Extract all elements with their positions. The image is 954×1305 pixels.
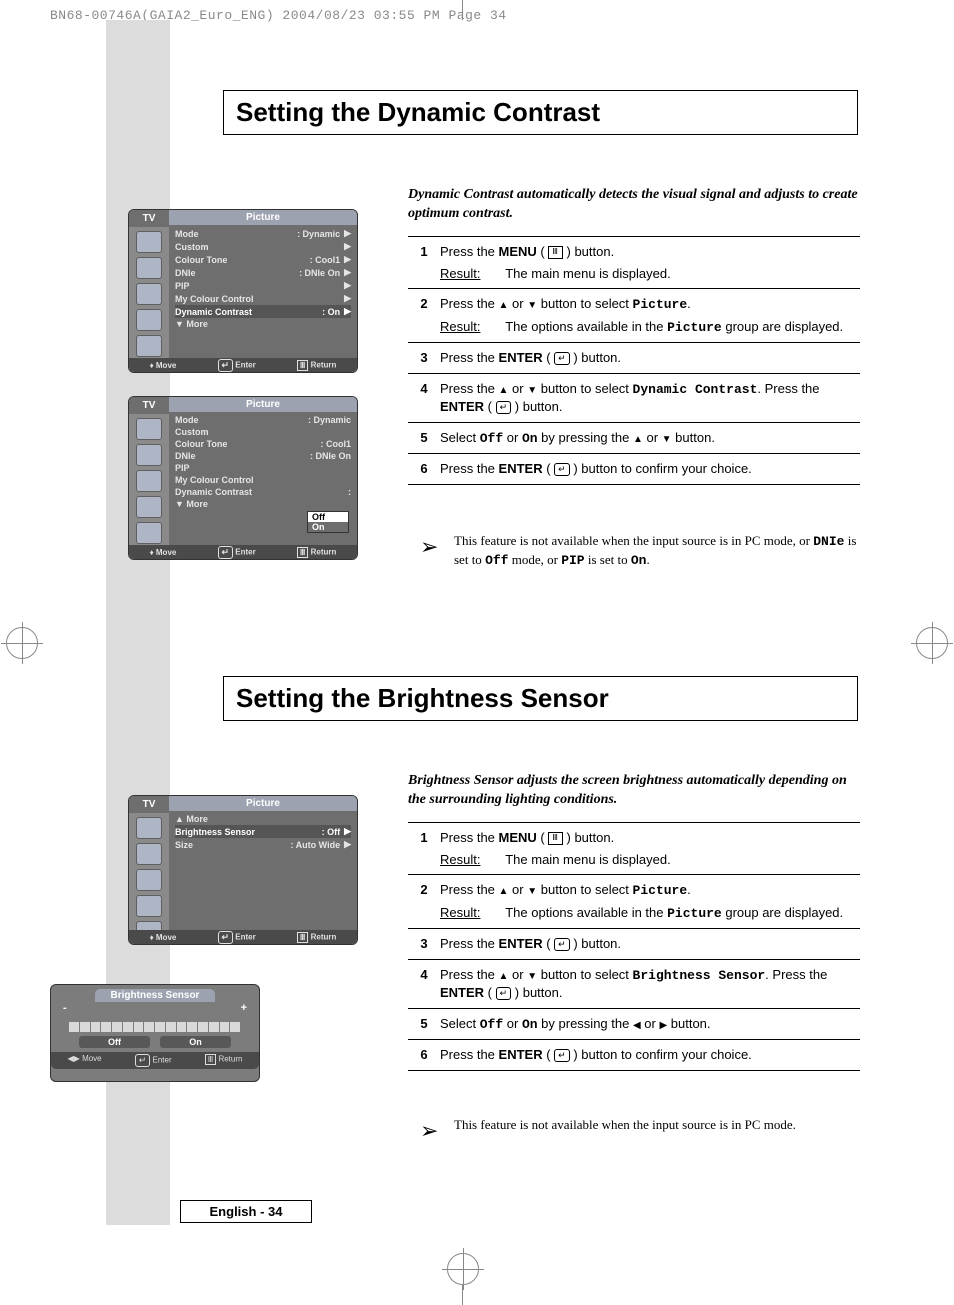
osd-footer-move: ◀▶ Move: [68, 1054, 102, 1067]
section-title: Setting the Brightness Sensor: [236, 683, 847, 714]
up-arrow-icon: [499, 381, 509, 396]
osd-menu-row: PIP: [175, 462, 351, 474]
osd-menu-row: ▼ More: [175, 498, 351, 510]
osd-menu-row: Size: Auto Wide ▶: [175, 838, 351, 851]
osd-menu-row: DNIe: DNIe On ▶: [175, 266, 351, 279]
menu-icon: Ⅲ: [548, 246, 563, 259]
step-row: 5 Select Off or On by pressing the or bu…: [408, 1008, 860, 1040]
step-row: 3 Press the ENTER ( ↵ ) button.: [408, 342, 860, 373]
osd-menu-row: ▲ More: [175, 813, 351, 825]
on-button: On: [160, 1036, 231, 1048]
osd-menu-row: Dynamic Contrast:: [175, 486, 351, 498]
step-row: 2 Press the or button to select Picture.…: [408, 874, 860, 928]
osd-option-off: Off: [308, 512, 348, 522]
down-arrow-icon: [527, 381, 537, 396]
right-arrow-icon: [659, 1016, 667, 1031]
osd-side-icon: [136, 257, 162, 279]
enter-icon: ↵: [554, 938, 570, 951]
osd-menu-row: Brightness Sensor: Off ▶: [175, 825, 351, 838]
registration-mark-icon: [6, 627, 38, 659]
down-arrow-icon: [527, 967, 537, 982]
note-arrow-icon: ➢: [420, 532, 454, 570]
off-button: Off: [79, 1036, 150, 1048]
osd-menu-row: ▼ More: [175, 318, 351, 330]
down-arrow-icon: [527, 296, 537, 311]
osd-menu-row: Colour Tone: Cool1 ▶: [175, 253, 351, 266]
osd-menu-row: Dynamic Contrast: On ▶: [175, 305, 351, 318]
section-intro: Brightness Sensor adjusts the screen bri…: [408, 772, 860, 810]
section-title: Setting the Dynamic Contrast: [236, 97, 847, 128]
note-block: ➢ This feature is not available when the…: [420, 532, 860, 570]
osd-menu-row: My Colour Control: [175, 474, 351, 486]
enter-icon: ↵: [554, 352, 570, 365]
osd-side-icon: [136, 309, 162, 331]
minus-label: -: [63, 1002, 67, 1014]
step-number: 1: [408, 243, 440, 282]
up-arrow-icon: [499, 296, 509, 311]
enter-icon: ↵: [554, 463, 570, 476]
osd-screenshot-picture-menu: TV Picture Mode: Dynamic ▶Custom ▶Colour…: [128, 209, 358, 373]
osd-side-icon: [136, 231, 162, 253]
plus-label: +: [241, 1002, 247, 1014]
result-label: Result:: [440, 265, 498, 283]
osd-menu-row: Custom ▶: [175, 240, 351, 253]
osd-menu-row: Mode: Dynamic: [175, 414, 351, 426]
step-row: 1 Press the MENU ( Ⅲ ) button. Result: T…: [408, 822, 860, 874]
osd-screenshot-brightness-sensor-menu: TV Picture ▲ MoreBrightness Sensor: Off …: [128, 795, 358, 945]
osd-tv-label: TV: [129, 210, 169, 227]
down-arrow-icon: [527, 882, 537, 897]
osd-dropdown-options: Off On: [307, 511, 349, 533]
osd-menu-row: PIP ▶: [175, 279, 351, 292]
osd-footer-move: ♦ Move: [150, 361, 177, 370]
osd-menu-row: Colour Tone: Cool1: [175, 438, 351, 450]
osd-menu-row: Custom: [175, 426, 351, 438]
brightness-bar: [69, 1022, 241, 1032]
step-number: 2: [408, 295, 440, 336]
osd-option-on: On: [308, 522, 348, 532]
osd-screenshot-picture-menu-options: TV Picture Mode: DynamicCustomColour Ton…: [128, 396, 358, 560]
section-intro: Dynamic Contrast automatically detects t…: [408, 186, 860, 224]
osd-side-icon: [136, 283, 162, 305]
osd-menu-row: Mode: Dynamic ▶: [175, 227, 351, 240]
left-arrow-icon: [633, 1016, 641, 1031]
step-row: 6 Press the ENTER ( ↵ ) button to confir…: [408, 453, 860, 485]
crop-mark: [462, 0, 463, 20]
osd-screenshot-brightness-sensor-dialog: Brightness Sensor - + Off On ◀▶ Move ↵ E…: [50, 984, 260, 1082]
note-block: ➢ This feature is not available when the…: [420, 1116, 860, 1147]
up-arrow-icon: [633, 430, 643, 445]
step-row: 4 Press the or button to select Brightne…: [408, 959, 860, 1008]
osd-side-icon: [136, 335, 162, 357]
registration-mark-icon: [447, 1253, 479, 1285]
up-arrow-icon: [499, 882, 509, 897]
menu-icon: Ⅲ: [548, 832, 563, 845]
osd-footer-return: Ⅲ Return: [205, 1054, 243, 1067]
step-row: 1 Press the MENU ( Ⅲ ) button. Result: T…: [408, 236, 860, 288]
enter-icon: ↵: [496, 987, 512, 1000]
down-arrow-icon: [662, 430, 672, 445]
step-row: 3 Press the ENTER ( ↵ ) button.: [408, 928, 860, 959]
osd-menu-row: DNIe: DNIe On: [175, 450, 351, 462]
step-row: 2 Press the or button to select Picture.…: [408, 288, 860, 342]
step-row: 5 Select Off or On by pressing the or bu…: [408, 422, 860, 454]
enter-icon: ↵: [554, 1049, 570, 1062]
registration-mark-icon: [916, 627, 948, 659]
step-row: 4 Press the or button to select Dynamic …: [408, 373, 860, 422]
section-title-box: Setting the Brightness Sensor: [223, 676, 858, 721]
page-number: English - 34: [180, 1200, 312, 1223]
enter-icon: ↵: [496, 401, 512, 414]
note-arrow-icon: ➢: [420, 1116, 454, 1147]
steps-list: 1 Press the MENU ( Ⅲ ) button. Result: T…: [408, 822, 860, 1071]
osd-footer-return: Ⅲ Return: [297, 360, 337, 371]
osd-footer-enter: ↵ Enter: [135, 1054, 172, 1067]
osd-menu-title: Picture: [169, 210, 357, 225]
osd-dialog-title: Brightness Sensor: [95, 989, 215, 1002]
steps-list: 1 Press the MENU ( Ⅲ ) button. Result: T…: [408, 236, 860, 485]
section-title-box: Setting the Dynamic Contrast: [223, 90, 858, 135]
osd-menu-row: My Colour Control ▶: [175, 292, 351, 305]
up-arrow-icon: [499, 967, 509, 982]
osd-footer-enter: ↵ Enter: [218, 359, 256, 372]
step-row: 6 Press the ENTER ( ↵ ) button to confir…: [408, 1039, 860, 1071]
